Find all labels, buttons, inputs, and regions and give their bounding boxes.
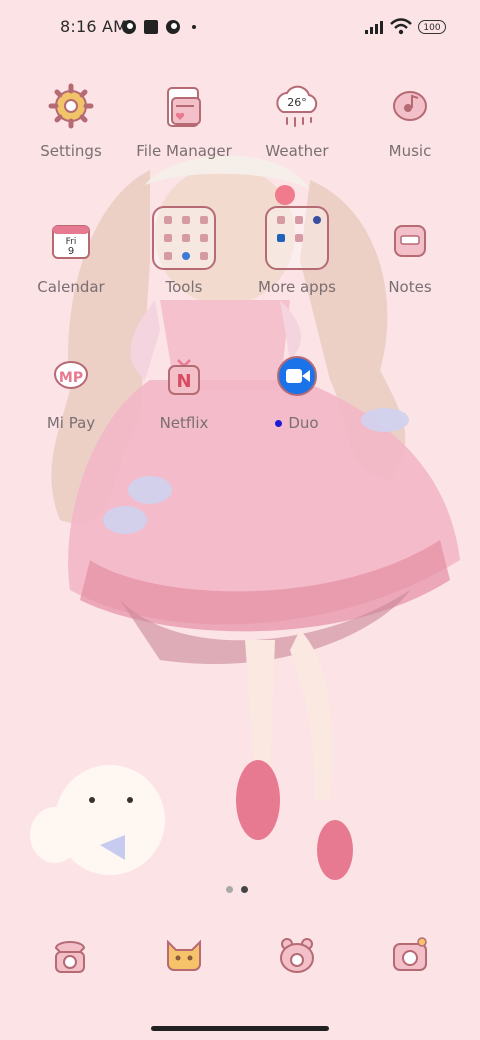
page-dot-active[interactable] xyxy=(241,886,248,893)
messages-icon[interactable] xyxy=(156,928,212,984)
app-mi-pay[interactable]: MP Mi Pay xyxy=(11,350,131,432)
signal-icon xyxy=(365,21,383,34)
page-dot[interactable] xyxy=(226,886,233,893)
notification-square-icon xyxy=(144,20,158,34)
music-icon xyxy=(393,91,427,121)
cloud-rain-icon: 26° xyxy=(276,85,318,127)
svg-text:MP: MP xyxy=(59,370,83,386)
app-file-manager[interactable]: File Manager xyxy=(124,78,244,160)
app-weather[interactable]: 26° Weather xyxy=(237,78,357,160)
more-notifications-dot-icon xyxy=(192,25,196,29)
app-label: Music xyxy=(388,142,432,160)
folder-file-icon xyxy=(167,87,201,127)
app-duo[interactable]: Duo xyxy=(237,350,357,432)
app-label: Calendar xyxy=(37,278,105,296)
camera-icon[interactable] xyxy=(382,928,438,984)
status-time: 8:16 AM xyxy=(60,17,128,36)
wifi-icon xyxy=(390,18,412,35)
app-label: Notes xyxy=(388,278,432,296)
status-bar: 8:16 AM 100 xyxy=(0,16,480,40)
app-music[interactable]: Music xyxy=(350,78,470,160)
folder-tools[interactable]: Tools xyxy=(124,206,244,296)
app-netflix[interactable]: N Netflix xyxy=(124,350,244,432)
new-install-dot-icon xyxy=(275,420,283,427)
notification-icon xyxy=(122,20,136,34)
duo-video-icon xyxy=(277,356,317,396)
app-label: Tools xyxy=(165,278,203,296)
app-label: Mi Pay xyxy=(46,414,96,432)
app-label: Settings xyxy=(40,142,102,160)
notification-icon-2 xyxy=(166,20,180,34)
app-label: Netflix xyxy=(159,414,209,432)
app-calendar[interactable]: Fri 9 Calendar xyxy=(11,214,131,296)
netflix-icon: N xyxy=(168,359,200,395)
browser-icon[interactable] xyxy=(269,928,325,984)
folder-more-apps[interactable]: More apps xyxy=(237,206,357,296)
phone-icon[interactable] xyxy=(42,928,98,984)
notes-icon xyxy=(394,225,426,257)
home-gesture-bar[interactable] xyxy=(151,1026,329,1031)
svg-text:N: N xyxy=(176,371,191,392)
app-settings[interactable]: Settings xyxy=(11,78,131,160)
page-indicator xyxy=(226,878,256,897)
svg-text:9: 9 xyxy=(68,246,74,257)
app-label: Weather xyxy=(265,142,329,160)
gear-icon xyxy=(48,83,94,129)
folder-icon xyxy=(265,206,329,270)
battery-icon: 100 xyxy=(418,20,446,34)
app-label: More apps xyxy=(257,278,336,296)
app-label: File Manager xyxy=(136,142,232,160)
svg-text:26°: 26° xyxy=(287,96,307,109)
folder-icon xyxy=(152,206,216,270)
calendar-icon: Fri 9 xyxy=(52,225,90,259)
app-label: Duo xyxy=(288,414,319,432)
app-notes[interactable]: Notes xyxy=(350,214,470,296)
mi-pay-icon: MP xyxy=(53,361,89,389)
